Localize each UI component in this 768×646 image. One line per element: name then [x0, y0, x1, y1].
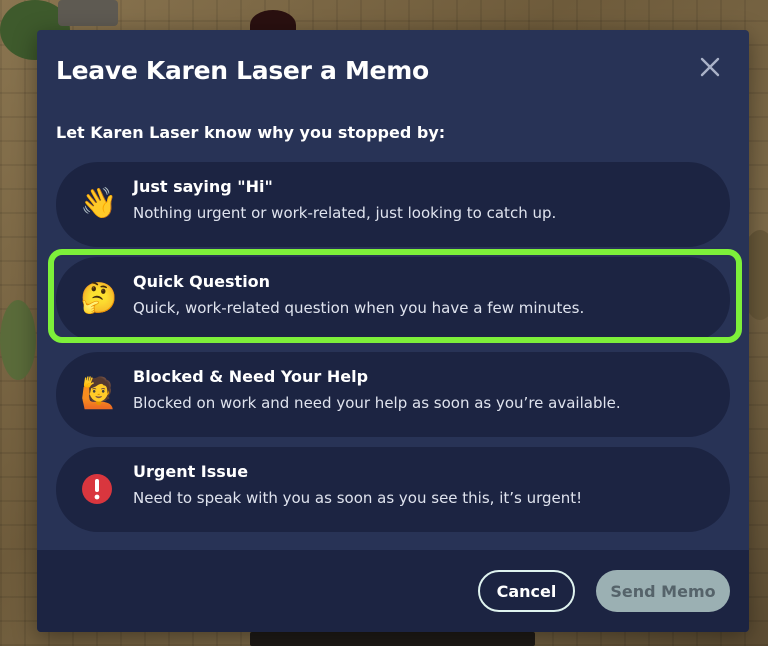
option-just-saying-hi[interactable]: 👋 Just saying "Hi" Nothing urgent or wor…: [56, 162, 730, 247]
close-icon: [700, 57, 720, 77]
desk-decoration: [250, 632, 535, 646]
option-quick-question[interactable]: 🤔 Quick Question Quick, work-related que…: [56, 257, 730, 342]
option-description: Quick, work-related question when you ha…: [133, 299, 585, 317]
option-title: Just saying "Hi": [133, 177, 273, 196]
furniture-decoration: [58, 0, 118, 26]
dialog-footer: Cancel Send Memo: [37, 550, 749, 632]
dialog-prompt: Let Karen Laser know why you stopped by:: [56, 123, 446, 142]
option-title: Blocked & Need Your Help: [133, 367, 369, 386]
option-title: Quick Question: [133, 272, 271, 291]
send-memo-button[interactable]: Send Memo: [596, 570, 730, 612]
option-description: Blocked on work and need your help as so…: [133, 394, 621, 412]
option-urgent-issue[interactable]: Urgent Issue Need to speak with you as s…: [56, 447, 730, 532]
plant-decoration: [0, 300, 36, 380]
person-raising-hand-icon: 🙋: [80, 376, 118, 411]
option-blocked-need-help[interactable]: 🙋 Blocked & Need Your Help Blocked on wo…: [56, 352, 730, 437]
cancel-button[interactable]: Cancel: [478, 570, 575, 612]
waving-hand-icon: 👋: [80, 186, 118, 221]
thinking-face-icon: 🤔: [80, 281, 118, 316]
option-description: Nothing urgent or work-related, just loo…: [133, 204, 557, 222]
option-description: Need to speak with you as soon as you se…: [133, 489, 583, 507]
exclamation-icon: [80, 472, 114, 506]
option-title: Urgent Issue: [133, 462, 249, 481]
memo-dialog: Leave Karen Laser a Memo Let Karen Laser…: [37, 30, 749, 632]
close-button[interactable]: [698, 55, 722, 79]
dialog-title: Leave Karen Laser a Memo: [56, 56, 429, 85]
